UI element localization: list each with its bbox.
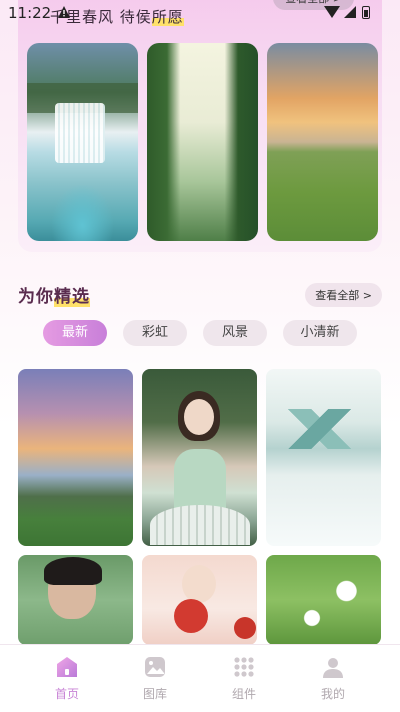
featured-thumb-grassland[interactable] — [267, 43, 378, 241]
tab-fresh[interactable]: 小清新 — [283, 320, 357, 346]
featured-thumb-waterfall[interactable] — [27, 43, 138, 241]
grid-icon — [234, 657, 254, 677]
tab-scenery[interactable]: 风景 — [203, 320, 267, 346]
nav-widgets-label: 组件 — [231, 687, 256, 701]
category-tabs: 最新 彩虹 风景 小清新 — [43, 320, 357, 346]
wallpaper-girl-umbrella[interactable] — [142, 369, 257, 546]
battery-icon — [362, 6, 370, 19]
thumb-waterfall — [55, 103, 105, 163]
nav-widgets[interactable]: 组件 — [204, 655, 284, 702]
home-icon — [57, 657, 77, 677]
section-title: 为你精选 — [18, 282, 90, 307]
gallery-icon — [145, 657, 165, 677]
nav-gallery[interactable]: 图库 — [115, 655, 195, 702]
figure-face — [182, 565, 216, 603]
section-title-highlight: 精选 — [54, 287, 90, 307]
wallpaper-sunset-hills[interactable] — [18, 369, 133, 546]
nav-gallery-label: 图库 — [142, 687, 167, 701]
bottom-nav: 首页 图库 组件 我的 — [0, 644, 400, 712]
wallpaper-girl-balloon[interactable] — [142, 555, 257, 645]
figure-face — [184, 399, 214, 435]
nav-home[interactable]: 首页 — [27, 655, 107, 702]
section-title-prefix: 为你 — [18, 287, 54, 307]
red-balloon — [174, 599, 208, 633]
warning-icon — [58, 6, 70, 18]
profile-icon — [323, 658, 343, 678]
system-icons — [324, 6, 356, 18]
wallpaper-ink-blossom[interactable] — [266, 369, 381, 546]
figure-hair — [44, 557, 102, 585]
red-balloon-small — [234, 617, 256, 639]
status-time: 11:22 — [8, 4, 52, 22]
signal-icon — [344, 6, 356, 18]
nav-home-label: 首页 — [54, 687, 79, 701]
tab-latest[interactable]: 最新 — [43, 320, 107, 346]
featured-thumb-forest[interactable] — [147, 43, 258, 241]
section-view-all-button[interactable]: 查看全部 > — [305, 283, 382, 307]
nav-profile[interactable]: 我的 — [293, 655, 373, 702]
tab-rainbow[interactable]: 彩虹 — [123, 320, 187, 346]
status-bar: 11:22 — [0, 0, 400, 28]
wallpaper-young-man[interactable] — [18, 555, 133, 645]
nav-profile-label: 我的 — [320, 687, 345, 701]
wifi-icon — [324, 6, 340, 18]
umbrella — [150, 505, 250, 545]
wallpaper-white-flowers[interactable] — [266, 555, 381, 645]
